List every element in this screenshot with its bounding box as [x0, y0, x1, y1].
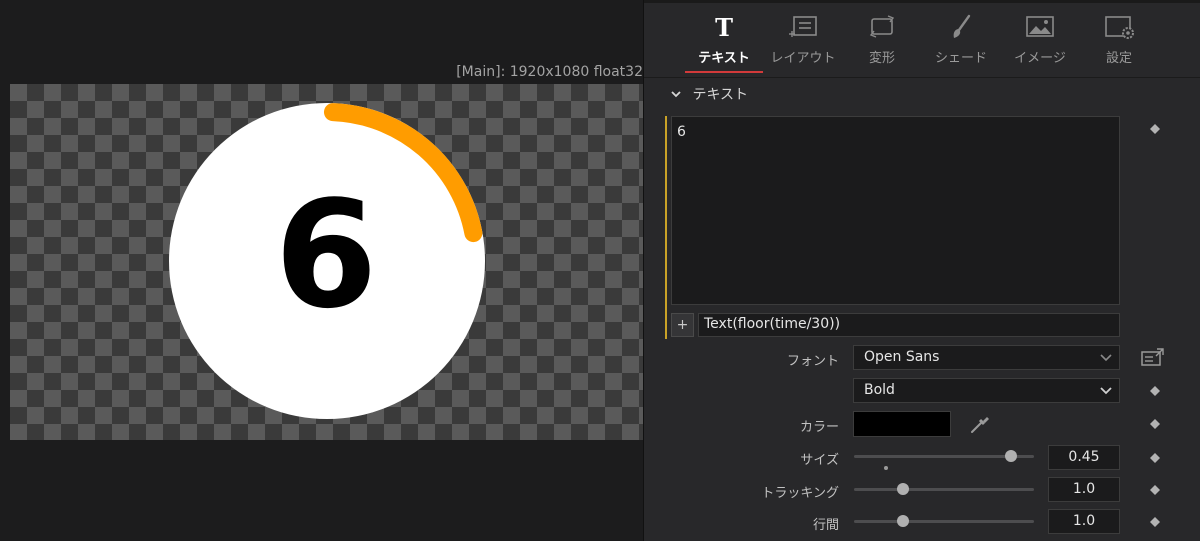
inspector-top-border — [644, 0, 1200, 3]
line-spacing-label: 行間 — [812, 518, 839, 533]
slider-track — [854, 520, 1034, 523]
text-section-header[interactable]: テキスト — [670, 84, 748, 106]
tabs-divider — [644, 77, 1200, 78]
keyframe-diamond-icon[interactable] — [1149, 385, 1161, 397]
text-tool-icon: T — [715, 14, 733, 40]
transform-icon — [869, 15, 895, 38]
color-label: カラー — [799, 420, 839, 435]
slider-track — [854, 488, 1034, 491]
font-style-value: Bold — [864, 382, 895, 398]
keyframe-diamond-icon[interactable] — [1149, 123, 1161, 135]
keyframe-diamond-icon[interactable] — [1149, 516, 1161, 528]
tab-label: イメージ — [1014, 51, 1066, 66]
tab-label: テキスト — [698, 51, 750, 66]
inspector-panel: T テキスト レイアウト 変形 シェード イメージ 設定 テキスト 6 + Te… — [643, 0, 1200, 541]
font-family-value: Open Sans — [864, 349, 940, 365]
expression-input[interactable]: Text(floor(time/30)) — [698, 313, 1120, 337]
settings-gear-icon — [1105, 16, 1134, 39]
line-spacing-value-field[interactable]: 1.0 — [1048, 509, 1120, 534]
slider-handle[interactable] — [896, 483, 909, 495]
chevron-down-icon — [1100, 387, 1112, 395]
tab-image[interactable]: イメージ — [1000, 8, 1080, 74]
chevron-down-icon — [671, 91, 681, 98]
countdown-graphic: 6 — [169, 103, 485, 419]
font-browse-icon[interactable] — [1140, 347, 1166, 367]
section-title: テキスト — [692, 87, 749, 103]
tracking-value-field[interactable]: 1.0 — [1048, 477, 1120, 502]
viewer-resolution-info: [Main]: 1920x1080 float32 — [456, 64, 643, 80]
inspector-tabs: T テキスト レイアウト 変形 シェード イメージ 設定 — [644, 8, 1200, 74]
line-spacing-slider[interactable] — [854, 514, 1034, 528]
tab-shading[interactable]: シェード — [921, 8, 1001, 74]
countdown-number: 6 — [275, 169, 378, 341]
tab-text[interactable]: T テキスト — [684, 8, 764, 74]
slider-handle[interactable] — [896, 515, 909, 527]
tab-layout[interactable]: レイアウト — [763, 8, 843, 74]
tracking-slider[interactable] — [854, 482, 1034, 496]
slider-handle[interactable] — [1004, 450, 1017, 462]
tab-label: シェード — [934, 51, 987, 66]
tab-label: 設定 — [1105, 51, 1132, 66]
styled-text-input[interactable]: 6 — [671, 116, 1120, 305]
font-style-dropdown[interactable]: Bold — [853, 378, 1120, 403]
keyframe-diamond-icon[interactable] — [1149, 418, 1161, 430]
tab-settings[interactable]: 設定 — [1079, 8, 1159, 74]
expression-add-button[interactable]: + — [671, 313, 694, 337]
expression-linked-indicator — [665, 116, 667, 339]
layout-icon — [789, 16, 817, 37]
svg-text:T: T — [715, 14, 733, 40]
viewer-canvas[interactable]: 6 — [10, 84, 643, 440]
keyframe-diamond-icon[interactable] — [1149, 484, 1161, 496]
default-value-marker — [884, 466, 888, 470]
keyframe-diamond-icon[interactable] — [1149, 452, 1161, 464]
tab-label: 変形 — [868, 51, 895, 66]
font-family-dropdown[interactable]: Open Sans — [853, 345, 1120, 370]
size-value-field[interactable]: 0.45 — [1048, 445, 1120, 470]
size-label: サイズ — [800, 453, 839, 468]
tab-label: レイアウト — [770, 51, 836, 66]
size-slider[interactable] — [854, 449, 1034, 463]
image-icon — [1026, 16, 1054, 37]
font-label: フォント — [786, 354, 839, 369]
tracking-label: トラッキング — [761, 486, 839, 501]
viewer-panel: [Main]: 1920x1080 float32 6 — [0, 0, 643, 541]
active-tab-underline — [685, 71, 763, 73]
color-swatch[interactable] — [853, 411, 951, 437]
eyedropper-icon[interactable] — [969, 413, 991, 435]
tab-transform[interactable]: 変形 — [842, 8, 922, 74]
chevron-down-icon — [1100, 354, 1112, 362]
shading-brush-icon — [953, 14, 971, 38]
